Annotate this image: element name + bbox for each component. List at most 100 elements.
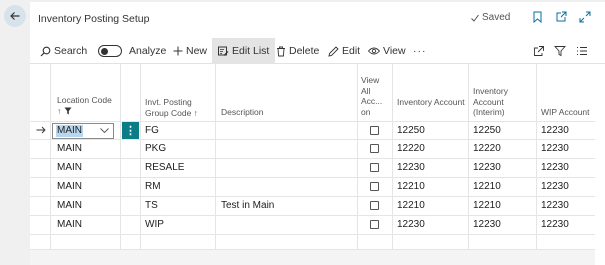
inventory-account-cell[interactable]: 12230	[397, 219, 425, 231]
location-code-value: MAIN	[56, 125, 83, 137]
description-cell[interactable]: Test in Main	[221, 200, 274, 212]
inventory-interim-cell[interactable]: 12210	[473, 200, 501, 212]
location-code-input[interactable]: MAIN	[52, 123, 114, 139]
view-all-checkbox[interactable]	[370, 144, 379, 153]
interim-label-3: (Interim)	[473, 107, 505, 117]
page-title: Inventory Posting Setup	[38, 13, 150, 25]
inventory-interim-cell[interactable]: 12230	[473, 219, 501, 231]
more-options-button[interactable]: ···	[413, 38, 427, 64]
column-header-inventory-account-interim[interactable]: Inventory Account (Interim)	[473, 86, 508, 118]
edit-label: Edit	[342, 45, 361, 57]
group-code-cell[interactable]: RM	[145, 181, 161, 193]
open-in-new-window-icon[interactable]	[554, 10, 568, 24]
inventory-interim-cell[interactable]: 12220	[473, 143, 501, 155]
sort-ascending-icon: ↑	[57, 105, 62, 116]
saved-status: Saved	[470, 12, 510, 23]
grid-footer	[30, 249, 595, 265]
view-button[interactable]: View	[368, 38, 406, 64]
location-code-label: Location Code	[57, 95, 112, 105]
view-all-label-3: Acc...	[361, 96, 383, 106]
interim-label-1: Inventory	[473, 86, 508, 96]
inventory-account-cell[interactable]: 12230	[397, 162, 425, 174]
bookmark-icon[interactable]	[530, 10, 544, 24]
inventory-interim-cell[interactable]: 12230	[473, 162, 501, 174]
row-actions-button[interactable]: ⋮	[122, 122, 139, 139]
search-label: Search	[54, 45, 88, 57]
title-actions	[530, 10, 592, 24]
interim-label-2: Account	[473, 96, 504, 107]
inventory-interim-cell[interactable]: 12250	[473, 125, 501, 137]
action-bar: Search Analyze New Edit List Delete Edit…	[30, 38, 605, 64]
wip-account-cell[interactable]: 12230	[541, 125, 569, 137]
inventory-account-cell[interactable]: 12210	[397, 181, 425, 193]
trash-icon	[277, 46, 285, 56]
column-header-view-all-accounts[interactable]: View All Acc... on	[361, 75, 382, 117]
delete-button[interactable]: Delete	[276, 38, 319, 64]
column-header-invt-posting-group[interactable]: Invt. Posting Group Code ↑	[145, 97, 198, 118]
back-arrow-icon	[10, 12, 20, 20]
group-code-cell[interactable]: FG	[145, 125, 159, 137]
group-code-cell[interactable]: WIP	[145, 219, 164, 231]
inventory-account-cell[interactable]: 12210	[397, 200, 425, 212]
location-code-cell[interactable]: MAIN	[57, 143, 82, 155]
saved-label: Saved	[482, 12, 511, 23]
wip-account-cell[interactable]: 12230	[541, 143, 569, 155]
wip-account-cell[interactable]: 12230	[541, 200, 569, 212]
invt-group-label-line1: Invt. Posting	[145, 97, 192, 107]
edit-button[interactable]: Edit	[328, 38, 360, 64]
location-code-cell[interactable]: MAIN	[57, 219, 82, 231]
view-all-checkbox[interactable]	[370, 182, 379, 191]
analyze-label: Analyze	[129, 45, 167, 57]
column-header-wip-account[interactable]: WIP Account	[541, 107, 590, 118]
more-options-label: ···	[413, 45, 427, 57]
search-button[interactable]: Search	[40, 38, 87, 64]
delete-label: Delete	[289, 45, 320, 57]
page: Inventory Posting Setup Saved Search Ana…	[0, 0, 605, 265]
list-view-icon[interactable]	[575, 44, 589, 58]
location-code-cell[interactable]: MAIN	[57, 200, 82, 212]
filter-applied-icon	[64, 107, 72, 115]
invt-group-label-line2: Group Code ↑	[145, 107, 198, 118]
column-header-inventory-account[interactable]: Inventory Account	[397, 97, 465, 108]
column-header-location-code[interactable]: Location Code ↑	[57, 95, 112, 116]
checkmark-icon	[471, 14, 479, 22]
location-code-cell[interactable]: MAIN	[57, 181, 82, 193]
pencil-icon	[328, 45, 339, 57]
edit-list-button[interactable]: Edit List	[212, 38, 276, 64]
new-button[interactable]: New	[173, 38, 207, 64]
location-code-cell[interactable]: MAIN	[57, 162, 82, 174]
edit-list-icon	[218, 46, 229, 56]
inventory-interim-cell[interactable]: 12210	[473, 181, 501, 193]
share-icon[interactable]	[532, 44, 546, 58]
new-label: New	[186, 45, 208, 57]
eye-icon	[368, 47, 380, 55]
wip-account-cell[interactable]: 12230	[541, 181, 569, 193]
current-row-arrow-icon	[36, 126, 46, 134]
inventory-account-cell[interactable]: 12250	[397, 125, 425, 137]
view-all-label-1: View	[361, 75, 380, 85]
view-all-checkbox[interactable]	[370, 163, 379, 172]
back-button[interactable]	[4, 5, 26, 27]
view-all-label-2: All	[361, 85, 371, 96]
expand-icon[interactable]	[578, 10, 592, 24]
view-all-checkbox[interactable]	[370, 126, 379, 135]
chevron-down-icon[interactable]	[100, 128, 109, 134]
toggle-switch-icon	[98, 45, 122, 57]
view-all-label-4: on	[361, 106, 371, 117]
group-code-cell[interactable]: PKG	[145, 143, 166, 155]
view-all-checkbox[interactable]	[370, 220, 379, 229]
view-all-checkbox[interactable]	[370, 201, 379, 210]
view-label: View	[383, 45, 406, 57]
search-icon	[40, 46, 51, 56]
wip-account-cell[interactable]: 12230	[541, 162, 569, 174]
analyze-toggle[interactable]: Analyze	[98, 38, 166, 64]
filter-icon[interactable]	[553, 44, 567, 58]
edit-list-label: Edit List	[232, 45, 270, 57]
list-page-card: Inventory Posting Setup Saved Search Ana…	[30, 2, 605, 265]
wip-account-cell[interactable]: 12230	[541, 219, 569, 231]
plus-icon	[173, 46, 183, 56]
column-header-description[interactable]: Description	[221, 107, 264, 118]
inventory-account-cell[interactable]: 12220	[397, 143, 425, 155]
group-code-cell[interactable]: RESALE	[145, 162, 184, 174]
group-code-cell[interactable]: TS	[145, 200, 158, 212]
